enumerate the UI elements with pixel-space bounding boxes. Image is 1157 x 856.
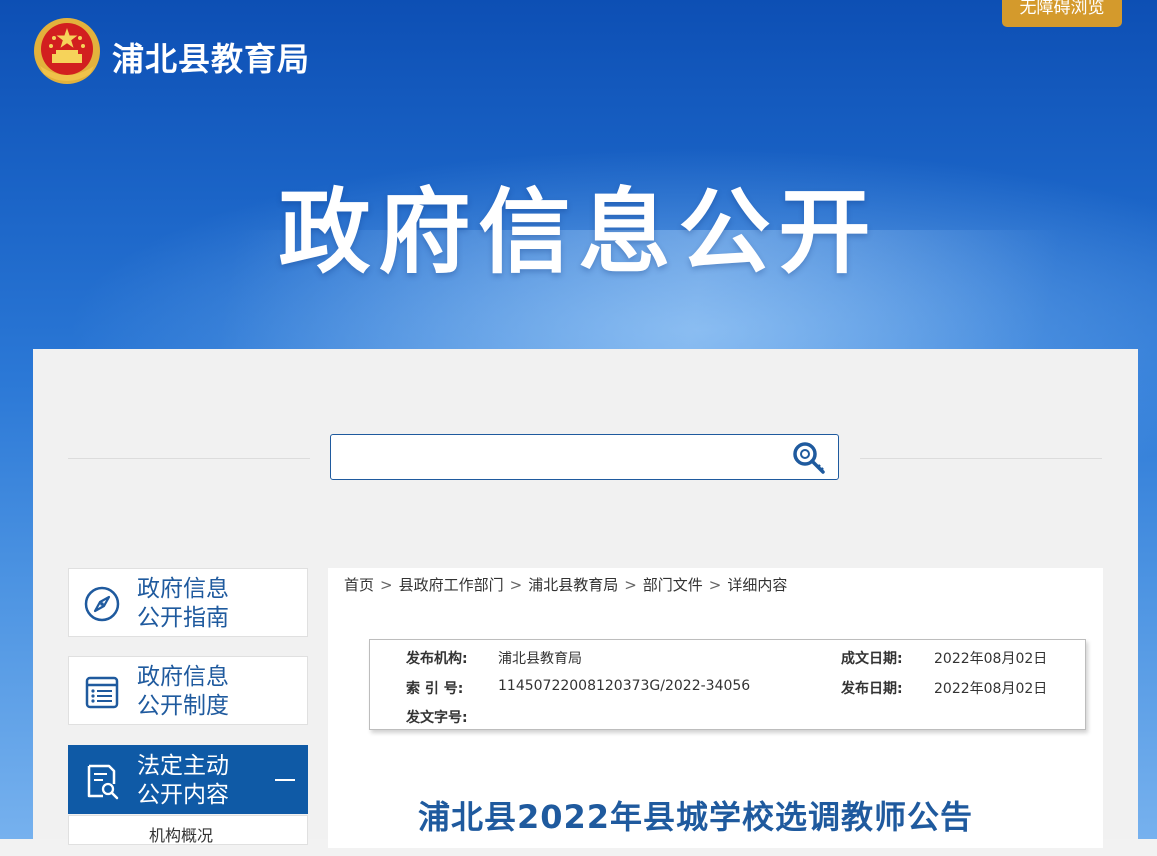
sidebar-item-label: 法定主动 — [137, 753, 229, 779]
hero-title: 政府信息公开 — [278, 179, 879, 286]
publish-date-value: 2022年08月02日 — [934, 681, 1048, 697]
sidebar-item-guide[interactable]: 政府信息 公开指南 — [68, 568, 308, 637]
national-emblem-icon — [34, 18, 100, 84]
document-list-icon — [85, 676, 119, 709]
breadcrumb-county-departments[interactable]: 县政府工作部门 — [399, 576, 504, 594]
sidebar-item-label: 政府信息 — [137, 664, 229, 690]
written-date-label: 成文日期: — [841, 651, 903, 667]
document-title: 浦北县2022年县城学校选调教师公告 — [417, 798, 974, 836]
document-meta-box: 发布机构: 浦北县教育局 索 引 号: 11450722008120373G/2… — [369, 639, 1086, 730]
sidebar-subitem-org-overview[interactable]: 机构概况 — [68, 815, 308, 845]
written-date-value: 2022年08月02日 — [934, 651, 1048, 667]
sidebar-item-statutory-content[interactable]: 法定主动 公开内容 — [68, 745, 308, 814]
breadcrumb-separator: > — [708, 576, 722, 594]
publish-date-label: 发布日期: — [841, 681, 903, 697]
sidebar-item-label: 公开指南 — [137, 605, 229, 631]
breadcrumb-separator: > — [380, 576, 393, 594]
breadcrumb-detail: 详细内容 — [727, 576, 788, 594]
search-box — [330, 434, 839, 480]
publisher-label: 发布机构: — [406, 651, 468, 667]
index-value: 11450722008120373G/2022-34056 — [498, 678, 751, 694]
breadcrumb-separator: > — [624, 576, 637, 594]
search-divider-right — [860, 458, 1102, 459]
search-divider-left — [68, 458, 310, 459]
publisher-value: 浦北县教育局 — [498, 651, 582, 667]
sidebar-item-label: 公开制度 — [137, 693, 229, 719]
breadcrumb-home[interactable]: 首页 — [344, 576, 374, 594]
breadcrumb-education-bureau[interactable]: 浦北县教育局 — [528, 576, 618, 594]
sidebar-item-system[interactable]: 政府信息 公开制度 — [68, 656, 308, 725]
sidebar-item-label: 公开内容 — [137, 782, 229, 808]
document-search-icon — [87, 764, 119, 800]
search-key-icon[interactable] — [792, 441, 826, 475]
index-label: 索 引 号: — [406, 681, 464, 697]
search-input[interactable] — [343, 443, 777, 473]
doc-number-label: 发文字号: — [406, 710, 468, 726]
breadcrumb-separator: > — [509, 576, 523, 594]
compass-icon — [84, 586, 120, 622]
breadcrumb-department-documents[interactable]: 部门文件 — [643, 576, 703, 594]
accessibility-button[interactable]: 无障碍浏览 — [1002, 0, 1122, 27]
site-name: 浦北县教育局 — [112, 40, 311, 78]
breadcrumb: 首页 > 县政府工作部门 > 浦北县教育局 > 部门文件 > 详细内容 — [344, 574, 787, 595]
collapse-minus-icon[interactable] — [275, 779, 295, 781]
sidebar-item-label: 政府信息 — [137, 576, 229, 602]
